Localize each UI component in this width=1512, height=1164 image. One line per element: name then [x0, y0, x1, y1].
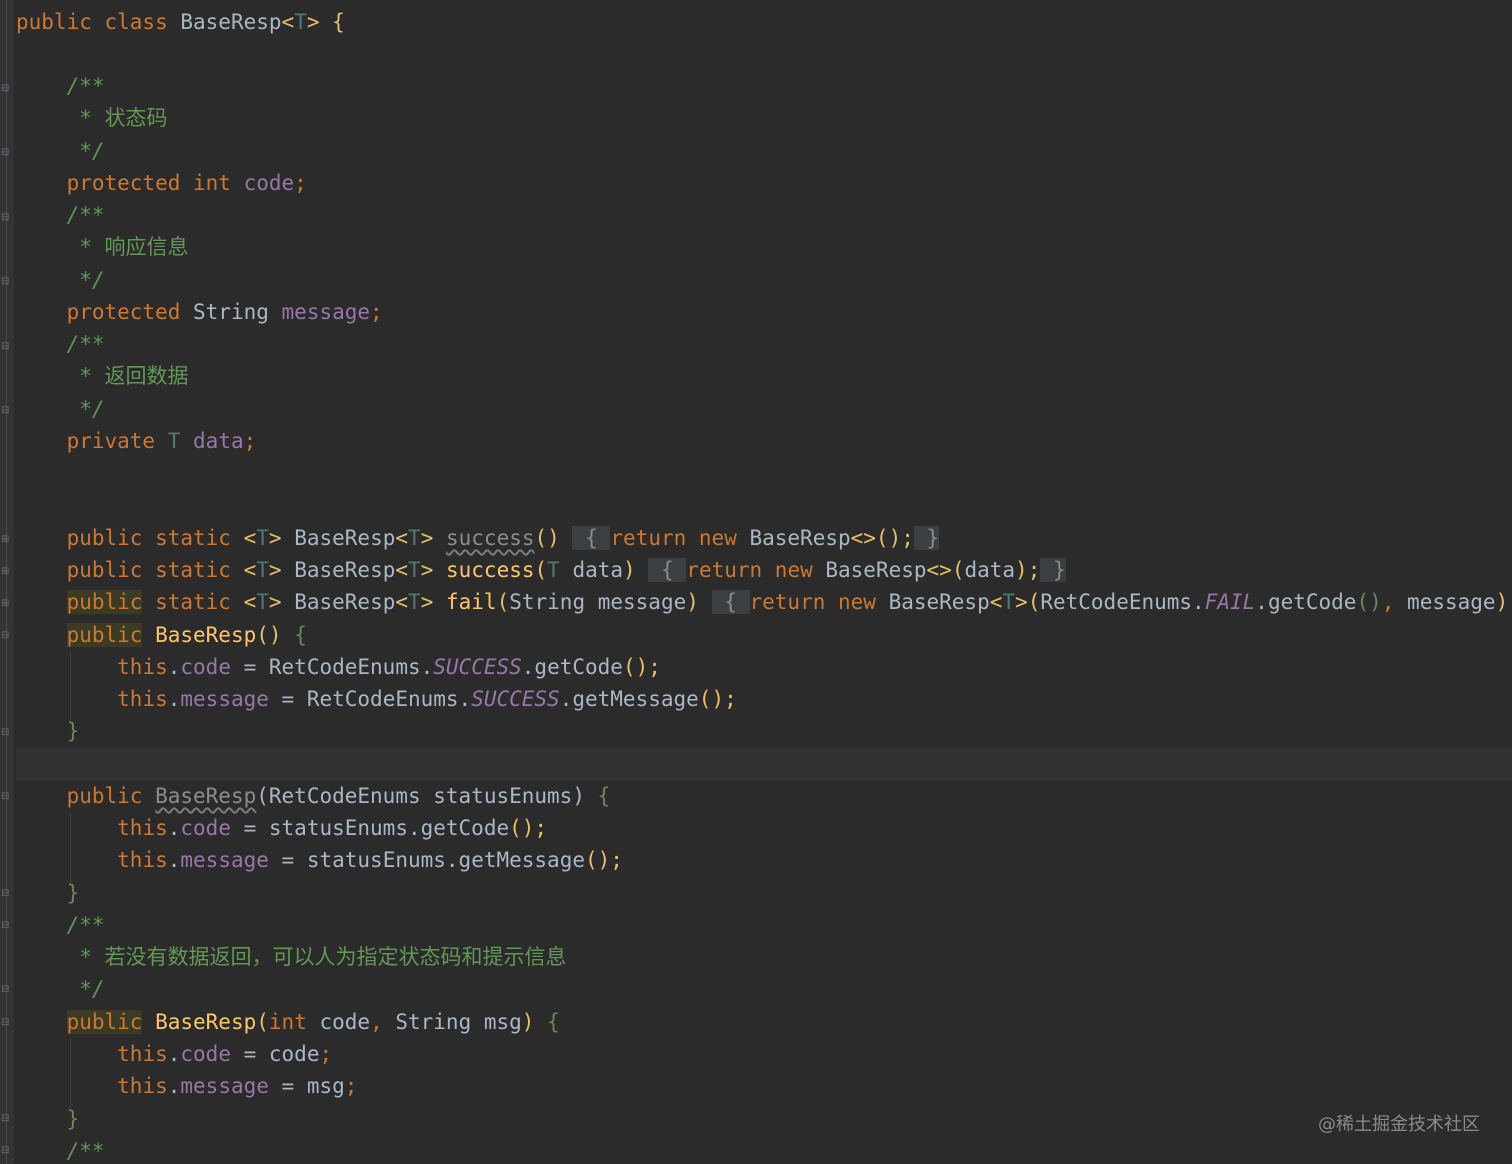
- fold-icon[interactable]: ⊞: [1, 599, 11, 609]
- code-line[interactable]: this.code = statusEnums.getCode();: [16, 812, 1512, 845]
- code-line[interactable]: public static <T> BaseResp<T> success(T …: [16, 554, 1512, 587]
- code-line[interactable]: this.message = RetCodeEnums.SUCCESS.getM…: [16, 683, 1512, 716]
- fold-icon[interactable]: ⊟: [1, 631, 11, 641]
- fold-icon[interactable]: ⊟: [1, 889, 11, 899]
- code-line[interactable]: this.message = msg;: [16, 1070, 1512, 1103]
- code-line[interactable]: * 返回数据: [16, 360, 1512, 393]
- fold-icon[interactable]: ⊟: [1, 985, 11, 995]
- code-editor[interactable]: ⊟ ⊟ ⊟ ⊟ ⊟ ⊟ ⊞ ⊞ ⊞ ⊟ ⊟ ⊟ ⊟ ⊟ ⊟ ⊟ ⊟ ⊟ publ…: [0, 0, 1512, 1164]
- fold-icon[interactable]: ⊞: [1, 567, 11, 577]
- comment-text: 返回数据: [104, 364, 189, 388]
- code-line[interactable]: /**: [16, 1135, 1512, 1164]
- code-line[interactable]: * 状态码: [16, 102, 1512, 135]
- code-line[interactable]: /**: [16, 909, 1512, 942]
- fold-icon[interactable]: ⊟: [1, 921, 11, 931]
- fold-icon[interactable]: ⊟: [1, 728, 11, 738]
- code-line[interactable]: protected String message;: [16, 296, 1512, 329]
- code-line[interactable]: protected int code;: [16, 167, 1512, 200]
- code-line[interactable]: }: [16, 715, 1512, 748]
- watermark: @稀土掘金技术社区: [1318, 1114, 1480, 1135]
- fold-icon[interactable]: ⊟: [1, 84, 11, 94]
- fold-icon[interactable]: ⊟: [1, 277, 11, 287]
- code-line[interactable]: public class BaseResp<T> {: [16, 6, 1512, 39]
- code-line[interactable]: this.code = RetCodeEnums.SUCCESS.getCode…: [16, 651, 1512, 684]
- code-line[interactable]: */: [16, 973, 1512, 1006]
- comment-text: 状态码: [104, 106, 168, 130]
- code-line[interactable]: this.code = code;: [16, 1038, 1512, 1071]
- fold-icon[interactable]: ⊞: [1, 535, 11, 545]
- code-line[interactable]: public BaseResp(RetCodeEnums statusEnums…: [16, 780, 1512, 813]
- code-line[interactable]: }: [16, 1103, 1512, 1136]
- code-line[interactable]: public static <T> BaseResp<T> success() …: [16, 522, 1512, 555]
- fold-icon[interactable]: ⊟: [1, 1114, 11, 1124]
- code-line[interactable]: * 若没有数据返回，可以人为指定状态码和提示信息: [16, 941, 1512, 974]
- fold-icon[interactable]: ⊟: [1, 1146, 11, 1156]
- code-line[interactable]: this.message = statusEnums.getMessage();: [16, 844, 1512, 877]
- code-line[interactable]: /**: [16, 70, 1512, 103]
- code-line-current[interactable]: [16, 748, 1512, 781]
- code-line[interactable]: public BaseResp() {: [16, 619, 1512, 652]
- comment-text: 响应信息: [104, 235, 189, 259]
- fold-icon[interactable]: ⊟: [1, 792, 11, 802]
- code-line[interactable]: */: [16, 393, 1512, 426]
- fold-icon[interactable]: ⊟: [1, 406, 11, 416]
- code-line[interactable]: /**: [16, 328, 1512, 361]
- fold-icon[interactable]: ⊟: [1, 213, 11, 223]
- code-line[interactable]: public static <T> BaseResp<T> fail(Strin…: [16, 586, 1512, 619]
- code-line[interactable]: /**: [16, 199, 1512, 232]
- code-line[interactable]: */: [16, 135, 1512, 168]
- code-line[interactable]: private T data;: [16, 425, 1512, 458]
- code-line[interactable]: * 响应信息: [16, 231, 1512, 264]
- fold-icon[interactable]: ⊟: [1, 342, 11, 352]
- code-line[interactable]: */: [16, 264, 1512, 297]
- comment-text: 若没有数据返回，可以人为指定状态码和提示信息: [104, 945, 567, 969]
- code-line[interactable]: public BaseResp(int code, String msg) {: [16, 1006, 1512, 1039]
- fold-icon[interactable]: ⊟: [1, 148, 11, 158]
- code-line[interactable]: }: [16, 877, 1512, 910]
- fold-icon[interactable]: ⊟: [1, 1018, 11, 1028]
